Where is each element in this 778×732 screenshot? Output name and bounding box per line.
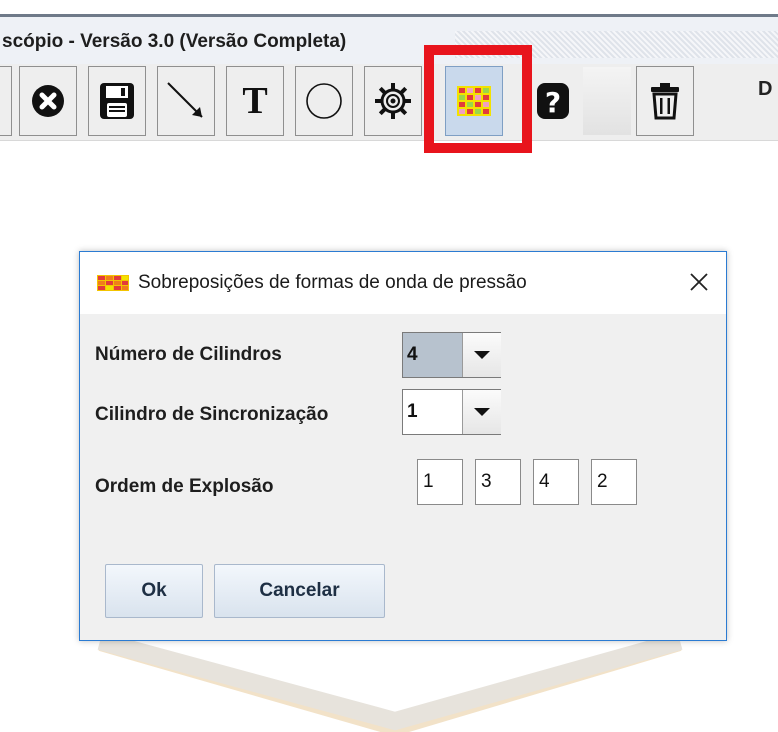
chevron-down-icon[interactable]: [462, 333, 501, 377]
close-icon: [690, 273, 708, 291]
num-cylinders-label: Número de Cilindros: [95, 344, 282, 365]
overlay-dialog: Sobreposições de formas de onda de press…: [79, 251, 727, 641]
window-title: scópio - Versão 3.0 (Versão Completa): [2, 31, 347, 52]
trash-icon: [649, 82, 681, 120]
help-button[interactable]: ?: [524, 66, 582, 136]
help-icon: ?: [536, 82, 570, 120]
dialog-title: Sobreposições de formas de onda de press…: [138, 272, 527, 293]
firing-order-field-4[interactable]: 2: [591, 459, 637, 505]
sync-cylinder-select[interactable]: 1: [402, 389, 501, 435]
arrow-icon: [164, 79, 208, 123]
save-button[interactable]: [88, 66, 146, 136]
save-icon: [99, 82, 135, 120]
svg-text:?: ?: [545, 86, 561, 119]
chevron-down-icon[interactable]: [462, 390, 501, 434]
titlebar-pattern: [455, 31, 778, 58]
arrow-tool-button[interactable]: [157, 66, 215, 136]
text-tool-button[interactable]: T: [226, 66, 284, 136]
toolbar-partial-button[interactable]: [0, 66, 12, 136]
cancel-button[interactable]: Cancelar: [214, 564, 385, 618]
window-titlebar: scópio - Versão 3.0 (Versão Completa): [0, 14, 778, 67]
num-cylinders-select[interactable]: 4: [402, 332, 501, 378]
delete-button[interactable]: [636, 66, 694, 136]
text-icon: T: [242, 80, 268, 122]
toolbar-cutoff-label: D: [758, 78, 773, 100]
circle-icon: [304, 81, 344, 121]
overlay-grid-icon: [457, 86, 491, 116]
toolbar: T ? D: [0, 64, 778, 141]
overlay-button[interactable]: [445, 66, 503, 136]
top-strip: [0, 0, 778, 14]
close-icon: [31, 84, 65, 118]
firing-order-field-2[interactable]: 3: [475, 459, 521, 505]
gear-icon: [373, 81, 413, 121]
circle-tool-button[interactable]: [295, 66, 353, 136]
toolbar-separator: [583, 67, 631, 135]
close-button[interactable]: [19, 66, 77, 136]
dialog-titlebar: Sobreposições de formas de onda de press…: [80, 252, 726, 314]
num-cylinders-value: 4: [403, 333, 462, 377]
ok-button[interactable]: Ok: [105, 564, 203, 618]
sync-cylinder-label: Cilindro de Sincronização: [95, 404, 329, 425]
firing-order-field-1[interactable]: 1: [417, 459, 463, 505]
settings-button[interactable]: [364, 66, 422, 136]
overlay-grid-icon: [97, 275, 129, 296]
firing-order-label: Ordem de Explosão: [95, 476, 274, 497]
firing-order-field-3[interactable]: 4: [533, 459, 579, 505]
dialog-close-button[interactable]: [684, 267, 714, 297]
sync-cylinder-value: 1: [407, 401, 418, 422]
